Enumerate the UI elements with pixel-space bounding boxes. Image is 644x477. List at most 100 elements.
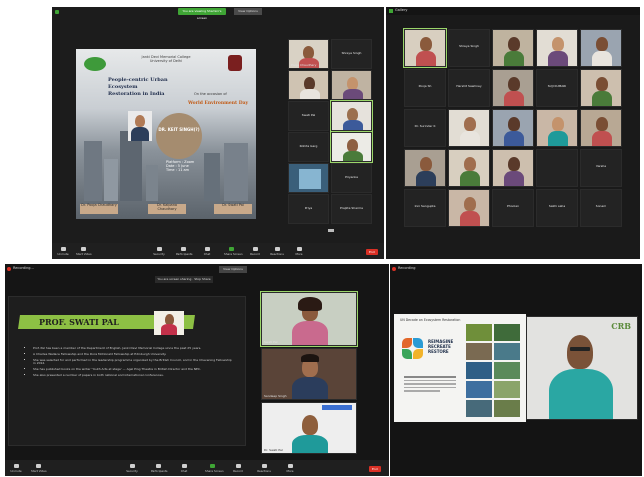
smiley-icon (261, 464, 267, 468)
participant-tile[interactable]: Shreya Singh (331, 39, 372, 69)
ecosystem-image-grid (466, 324, 522, 420)
participants-button[interactable]: Participants (176, 247, 192, 256)
participant-tile[interactable] (492, 29, 534, 67)
speaker-video-tile[interactable]: CRB (526, 316, 638, 420)
participant-tile[interactable] (331, 70, 372, 100)
participant-tile[interactable]: Phoolan (492, 189, 534, 227)
participant-tile[interactable] (492, 109, 534, 147)
crb-brand-logo: CRB (611, 321, 631, 331)
participant-tile[interactable] (580, 29, 622, 67)
end-meeting-button[interactable]: End (366, 249, 378, 255)
participant-tile[interactable] (403, 28, 447, 68)
meeting-toolbar: Unmute Start Video Security Participants… (52, 243, 384, 259)
screen-share-banner[interactable]: You are screen sharing · Stop Share (155, 276, 213, 283)
restoration-logo (402, 338, 424, 360)
reactions-button[interactable]: Reactions (270, 247, 284, 256)
participant-tile[interactable]: Harshit Sawhney (448, 69, 490, 107)
meeting-toolbar: Unmute Start Video Security Participants… (5, 460, 389, 476)
green-shield-icon (55, 10, 59, 14)
participant-tile[interactable]: Dr. Swati Pal (261, 402, 357, 454)
participant-tile[interactable]: Dr. Surinder K (404, 109, 446, 147)
participant-tile[interactable]: Pooja Chaudhary (288, 39, 329, 69)
participant-tile[interactable]: Sandeep Singh (261, 348, 357, 400)
speaker-photo (128, 111, 152, 141)
participant-tile[interactable] (536, 149, 578, 187)
share-screen-button[interactable]: Share Screen (224, 247, 243, 256)
participant-tile[interactable]: Swati Pal (288, 101, 329, 131)
poster-title: People-centric Urban Ecosystem Restorati… (108, 77, 168, 97)
participant-tile[interactable]: Inni Sengupta (404, 189, 446, 227)
participant-tile[interactable] (492, 149, 534, 187)
participant-tile[interactable]: Shreya Singh (448, 29, 490, 67)
participant-tile[interactable]: Pooja Sh (404, 69, 446, 107)
occasion-prefix: On the occasion of (194, 92, 227, 96)
mute-button[interactable]: Unmute (9, 464, 23, 473)
slide-tagline: REIMAGINE RECREATE RESTORE (428, 339, 454, 354)
participants-button[interactable]: Participants (151, 464, 167, 473)
participant-tile[interactable]: SUJI KUMARI (536, 69, 578, 107)
participant-tile[interactable] (492, 69, 534, 107)
security-button[interactable]: Security (125, 464, 139, 473)
participant-tile[interactable] (288, 163, 329, 193)
participant-tile[interactable] (404, 149, 446, 187)
smiley-icon (274, 247, 280, 251)
participant-tile[interactable] (288, 70, 329, 100)
reactions-button[interactable]: Reactions (257, 464, 271, 473)
mute-button[interactable]: Unmute (56, 247, 70, 256)
zoom-screenshot-slide-share: Recording... You are screen sharing · St… (5, 264, 389, 476)
more-button[interactable]: More (292, 247, 306, 256)
share-screen-button[interactable]: Share Screen (205, 464, 224, 473)
green-shield-icon (389, 9, 393, 13)
page-next-icon[interactable] (328, 229, 334, 232)
participant-tile[interactable] (580, 109, 622, 147)
view-options-button[interactable]: View Options (234, 8, 262, 15)
chat-button[interactable]: Chat (200, 247, 214, 256)
university-seal-logo (228, 55, 242, 71)
slide-text-block (404, 376, 456, 398)
participant-tile[interactable]: Varsha (580, 149, 622, 187)
participant-tile[interactable] (448, 109, 490, 147)
participant-tile[interactable] (536, 109, 578, 147)
occasion-title: World Environment Day (188, 101, 249, 106)
share-banner[interactable]: You are viewing Shamini's screen (178, 8, 226, 20)
record-button[interactable]: Record (248, 247, 262, 256)
more-button[interactable]: More (283, 464, 297, 473)
view-options-button[interactable]: View Options (219, 266, 247, 273)
college-leaf-logo (84, 57, 106, 71)
participant-tile[interactable] (536, 29, 578, 67)
record-icon (235, 464, 241, 468)
share-screen-icon (228, 247, 234, 251)
slide-speaker-photo (154, 311, 184, 335)
zoom-screenshot-poster-share: You are viewing Shamini's screen View Op… (52, 7, 384, 259)
chat-button[interactable]: Chat (177, 464, 191, 473)
participant-tile[interactable]: Rohita Garg (288, 132, 329, 162)
participant-tile[interactable] (580, 69, 622, 107)
participant-tile[interactable]: Priyanka (331, 163, 372, 193)
participant-tile[interactable]: Prajkta Sharma (331, 194, 372, 224)
participant-tile[interactable]: Sonam (580, 189, 622, 227)
gallery-grid: Shreya Singh Pooja Sh Harshit Sawhney SUJI … (403, 28, 622, 229)
participant-tile[interactable] (330, 131, 373, 163)
name-label-pill (322, 405, 352, 410)
camera-icon (80, 247, 86, 251)
college-name: Janki Devi Memorial College University o… (141, 55, 191, 63)
participant-tile[interactable]: Sakhi saha (536, 189, 578, 227)
zoom-screenshot-gallery: Gallery Shreya Singh Pooja Sh Harshit Sawh… (386, 7, 640, 259)
participant-tile[interactable] (448, 189, 490, 227)
participant-tile[interactable]: Swati Pal (260, 291, 358, 347)
security-button[interactable]: Security (152, 247, 166, 256)
slide-heading: PROF. SWATI PAL (39, 317, 119, 327)
video-button[interactable]: Start Video (76, 247, 92, 256)
recording-dot-icon (7, 267, 11, 271)
more-icon (287, 464, 293, 468)
slide-header: UN Decade on Ecosystem Restoration (400, 318, 461, 322)
people-icon (180, 247, 186, 251)
microphone-icon (60, 247, 66, 251)
participant-tile[interactable] (448, 149, 490, 187)
participant-tile[interactable]: Priya (288, 194, 329, 224)
chat-icon (204, 247, 210, 251)
video-button[interactable]: Start Video (31, 464, 47, 473)
end-meeting-button[interactable]: End (369, 466, 381, 472)
participant-tile[interactable] (330, 100, 373, 132)
record-button[interactable]: Record (231, 464, 245, 473)
